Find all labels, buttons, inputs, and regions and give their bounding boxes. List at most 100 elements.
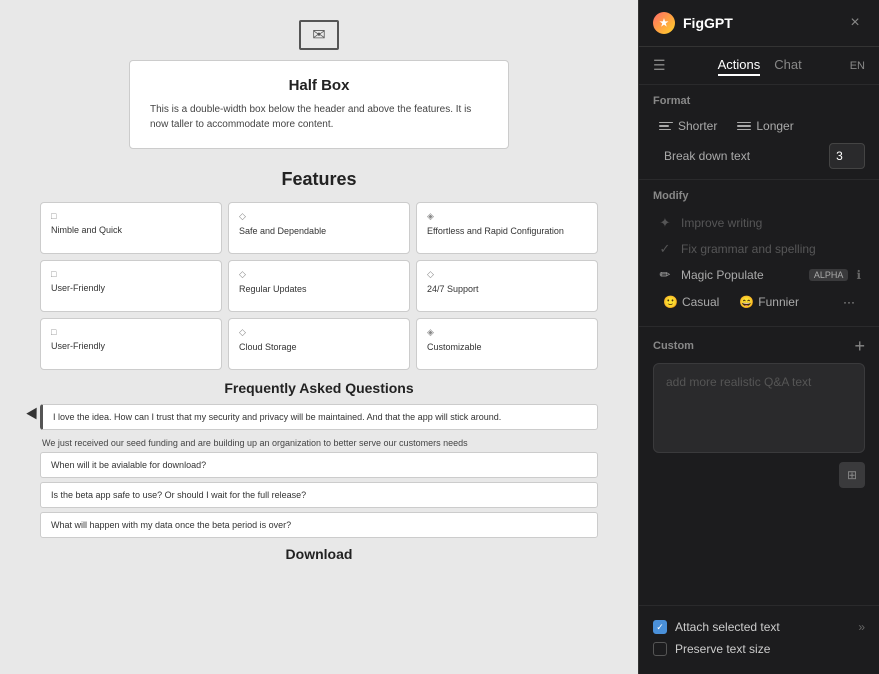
- preserve-row: Preserve text size: [653, 638, 865, 660]
- add-custom-button[interactable]: +: [854, 337, 865, 355]
- casual-emoji: 🙂: [663, 295, 678, 309]
- card-icon-6: ◇: [427, 269, 587, 280]
- custom-textarea[interactable]: [653, 363, 865, 453]
- grammar-item: ✓ Fix grammar and spelling: [653, 236, 865, 262]
- attach-label: Attach selected text: [675, 620, 850, 634]
- card-icon-9: ◈: [427, 327, 587, 338]
- grammar-label: Fix grammar and spelling: [681, 242, 861, 256]
- half-box: Half Box This is a double-width box belo…: [129, 60, 509, 149]
- funnier-emoji: 😄: [739, 295, 754, 309]
- features-grid: □ Nimble and Quick ◇ Safe and Dependable…: [40, 202, 598, 370]
- more-tones-button[interactable]: ···: [837, 291, 861, 313]
- more-icon: ···: [843, 295, 855, 309]
- improve-writing-label: Improve writing: [681, 216, 861, 230]
- modify-label: Modify: [653, 190, 865, 202]
- format-row: Shorter Longer: [653, 115, 865, 137]
- download-title: Download: [40, 546, 598, 562]
- shorter-lines-icon: [659, 122, 673, 131]
- custom-label: Custom: [653, 340, 694, 352]
- magic-populate-item[interactable]: ✏ Magic Populate ALPHA ℹ: [653, 262, 865, 288]
- longer-lines-icon: [737, 122, 751, 131]
- break-down-label: Break down text: [664, 149, 750, 163]
- paste-button[interactable]: ⊞: [839, 462, 865, 488]
- sidebar-nav: ☰ Actions Chat EN: [639, 47, 879, 85]
- attach-chevron: »: [858, 620, 865, 634]
- format-section: Format Shorter Longer Break down text: [639, 85, 879, 180]
- break-down-button[interactable]: Break down text: [653, 145, 756, 167]
- magic-populate-label: Magic Populate: [681, 268, 801, 282]
- funnier-button[interactable]: 😄 Funnier: [733, 291, 805, 313]
- card-label-4: User-Friendly: [51, 283, 211, 293]
- alpha-badge: ALPHA: [809, 269, 849, 281]
- feature-card: □ Nimble and Quick: [40, 202, 222, 254]
- casual-label: Casual: [682, 295, 719, 309]
- card-icon-8: ◇: [239, 327, 399, 338]
- faq-item-2: When will it be avialable for download?: [40, 452, 598, 478]
- faq-item-3: Is the beta app safe to use? Or should I…: [40, 482, 598, 508]
- tab-actions[interactable]: Actions: [718, 55, 761, 76]
- card-icon-7: □: [51, 327, 211, 337]
- preserve-label: Preserve text size: [675, 642, 865, 656]
- pencil-icon: ✏: [657, 267, 673, 283]
- faq-title: Frequently Asked Questions: [40, 380, 598, 396]
- lang-badge[interactable]: EN: [850, 60, 865, 72]
- casual-button[interactable]: 🙂 Casual: [657, 291, 725, 313]
- card-label-6: 24/7 Support: [427, 284, 587, 294]
- halfbox-description: This is a double-width box below the hea…: [150, 102, 488, 132]
- figma-logo: ★: [653, 12, 675, 34]
- sidebar-header-left: ★ FigGPT: [653, 12, 733, 34]
- logo-area: [40, 20, 598, 50]
- shorter-button[interactable]: Shorter: [653, 115, 723, 137]
- feature-card: ◇ 24/7 Support: [416, 260, 598, 312]
- textarea-footer: ⊞: [653, 462, 865, 488]
- break-value-input[interactable]: [829, 143, 865, 169]
- card-icon-2: ◇: [239, 211, 399, 222]
- features-title: Features: [40, 169, 598, 190]
- card-label-2: Safe and Dependable: [239, 226, 399, 236]
- longer-label: Longer: [756, 119, 793, 133]
- card-icon-4: □: [51, 269, 211, 279]
- card-label-9: Customizable: [427, 342, 587, 352]
- break-row: Break down text: [653, 143, 865, 169]
- card-label-3: Effortless and Rapid Configuration: [427, 226, 587, 236]
- attach-checkbox[interactable]: [653, 620, 667, 634]
- card-icon-5: ◇: [239, 269, 399, 280]
- tab-chat[interactable]: Chat: [774, 55, 801, 76]
- canvas-panel: Half Box This is a double-width box belo…: [0, 0, 638, 674]
- tone-row: 🙂 Casual 😄 Funnier ···: [653, 288, 865, 316]
- feature-card: ◇ Regular Updates: [228, 260, 410, 312]
- wand-icon: ✦: [657, 215, 673, 231]
- nav-tabs: Actions Chat: [676, 55, 844, 76]
- improve-writing-item: ✦ Improve writing: [653, 210, 865, 236]
- feature-card: ◈ Effortless and Rapid Configuration: [416, 202, 598, 254]
- check-icon: ✓: [657, 241, 673, 257]
- format-label: Format: [653, 95, 865, 107]
- feature-card: □ User-Friendly: [40, 260, 222, 312]
- card-label-1: Nimble and Quick: [51, 225, 211, 235]
- sidebar-bottom: Attach selected text » Preserve text siz…: [639, 605, 879, 674]
- figGPT-sidebar: ★ FigGPT × ☰ Actions Chat EN Format Shor…: [638, 0, 879, 674]
- logo-icon: [299, 20, 339, 50]
- info-icon[interactable]: ℹ: [856, 268, 861, 282]
- feature-card: ◈ Customizable: [416, 318, 598, 370]
- hamburger-icon[interactable]: ☰: [653, 57, 666, 74]
- feature-card: ◇ Safe and Dependable: [228, 202, 410, 254]
- longer-button[interactable]: Longer: [731, 115, 799, 137]
- preserve-checkbox[interactable]: [653, 642, 667, 656]
- shorter-label: Shorter: [678, 119, 717, 133]
- custom-header: Custom +: [653, 337, 865, 355]
- close-button[interactable]: ×: [845, 13, 865, 33]
- custom-section: Custom + ⊞: [639, 327, 879, 605]
- funnier-label: Funnier: [758, 295, 799, 309]
- halfbox-title: Half Box: [150, 77, 488, 94]
- card-label-8: Cloud Storage: [239, 342, 399, 352]
- card-label-7: User-Friendly: [51, 341, 211, 351]
- sidebar-header: ★ FigGPT ×: [639, 0, 879, 47]
- faq-item-4: What will happen with my data once the b…: [40, 512, 598, 538]
- faq-plain: We just received our seed funding and ar…: [40, 434, 598, 452]
- card-icon-1: □: [51, 211, 211, 221]
- faq-item-1: I love the idea. How can I trust that my…: [40, 404, 598, 430]
- sidebar-title: FigGPT: [683, 15, 733, 31]
- modify-section: Modify ✦ Improve writing ✓ Fix grammar a…: [639, 180, 879, 327]
- feature-card: □ User-Friendly: [40, 318, 222, 370]
